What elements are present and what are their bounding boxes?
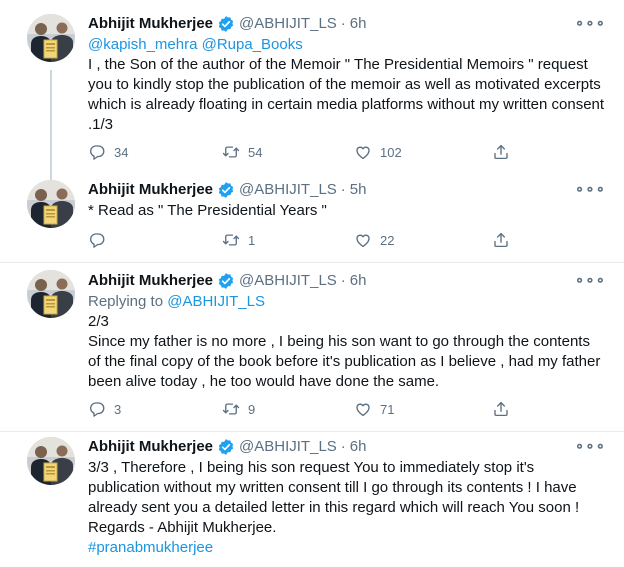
more-icon[interactable]: ∘∘∘ (575, 437, 606, 457)
tweet-body: * Read as " The Presidential Years " (88, 202, 327, 219)
author-name[interactable]: Abhijit Mukherjee (88, 271, 213, 291)
reply-icon (88, 400, 106, 418)
like-button[interactable]: 102 (354, 143, 402, 161)
retweet-button[interactable]: 9 (222, 400, 255, 418)
share-button[interactable] (492, 400, 510, 418)
retweet-count: 1 (248, 232, 256, 248)
tweet-body: Since my father is no more , I being his… (88, 333, 601, 390)
share-icon (492, 143, 510, 161)
separator-dot: · (340, 272, 346, 289)
author-handle[interactable]: @ABHIJIT_LS (239, 437, 337, 457)
reply-icon (88, 143, 106, 161)
tweet-text: 3/3 , Therefore , I being his son reques… (88, 458, 606, 558)
tweet-timestamp[interactable]: 6h (350, 271, 367, 291)
author-handle[interactable]: @ABHIJIT_LS (239, 14, 337, 34)
author-name[interactable]: Abhijit Mukherjee (88, 437, 213, 457)
retweet-button[interactable]: 1 (222, 231, 255, 249)
share-icon (492, 231, 510, 249)
retweet-button[interactable]: 54 (222, 143, 262, 161)
share-button[interactable] (492, 143, 510, 161)
tweet-body: I , the Son of the author of the Memoir … (88, 56, 605, 133)
verified-icon (217, 438, 235, 456)
like-icon (354, 143, 372, 161)
tweet-timestamp[interactable]: 6h (350, 437, 367, 457)
tweet-header: Abhijit Mukherjee @ABHIJIT_LS · 6h ∘∘∘ (88, 437, 606, 457)
reply-icon (88, 231, 106, 249)
tweet-timestamp[interactable]: 5h (350, 180, 367, 200)
retweet-icon (222, 143, 240, 161)
separator-dot: · (340, 181, 346, 198)
tweet-header: Abhijit Mukherjee @ABHIJIT_LS · 5h ∘∘∘ (88, 180, 606, 200)
verified-icon (217, 272, 235, 290)
replying-label: Replying to (88, 293, 164, 310)
reply-button[interactable]: 34 (88, 143, 128, 161)
thread-counter: 2/3 (88, 313, 109, 330)
tweet-text: Replying to @ABHIJIT_LS 2/3 Since my fat… (88, 292, 606, 392)
tweet-body: 3/3 , Therefore , I being his son reques… (88, 459, 580, 536)
tweet[interactable]: Abhijit Mukherjee @ABHIJIT_LS · 6h ∘∘∘ 3… (0, 432, 624, 567)
tweet-header: Abhijit Mukherjee @ABHIJIT_LS · 6h ∘∘∘ (88, 14, 606, 34)
replying-to: Replying to @ABHIJIT_LS (88, 292, 606, 312)
author-name[interactable]: Abhijit Mukherjee (88, 14, 213, 34)
tweet-actions: 34 54 102 (88, 143, 512, 163)
tweet[interactable]: Abhijit Mukherjee @ABHIJIT_LS · 6h ∘∘∘ R… (0, 263, 624, 431)
share-icon (492, 400, 510, 418)
author-name[interactable]: Abhijit Mukherjee (88, 180, 213, 200)
reply-button[interactable] (88, 231, 114, 249)
reply-count: 3 (114, 401, 122, 417)
like-button[interactable]: 71 (354, 400, 394, 418)
author-handle[interactable]: @ABHIJIT_LS (239, 271, 337, 291)
verified-icon (217, 181, 235, 199)
author-handle[interactable]: @ABHIJIT_LS (239, 180, 337, 200)
more-icon[interactable]: ∘∘∘ (575, 14, 606, 34)
like-icon (354, 400, 372, 418)
retweet-count: 54 (248, 144, 263, 160)
avatar[interactable] (27, 437, 75, 485)
like-count: 71 (380, 401, 395, 417)
hashtag[interactable]: #pranabmukherjee (88, 538, 606, 558)
tweet-header: Abhijit Mukherjee @ABHIJIT_LS · 6h ∘∘∘ (88, 271, 606, 291)
reply-button[interactable]: 3 (88, 400, 121, 418)
like-count: 102 (380, 144, 402, 160)
retweet-icon (222, 231, 240, 249)
retweet-icon (222, 400, 240, 418)
retweet-count: 9 (248, 401, 256, 417)
separator-dot: · (340, 438, 346, 455)
tweet-timestamp[interactable]: 6h (350, 14, 367, 34)
separator-dot: · (340, 15, 346, 32)
like-button[interactable]: 22 (354, 231, 394, 249)
tweet-text: @kapish_mehra @Rupa_Books I , the Son of… (88, 35, 606, 135)
verified-icon (217, 15, 235, 33)
replying-handle[interactable]: @ABHIJIT_LS (167, 293, 265, 310)
like-icon (354, 231, 372, 249)
avatar[interactable] (27, 270, 75, 318)
more-icon[interactable]: ∘∘∘ (575, 180, 606, 200)
tweet-actions: 1 22 (88, 231, 512, 251)
reply-count: 34 (114, 144, 129, 160)
timeline: Abhijit Mukherjee @ABHIJIT_LS · 6h ∘∘∘ @… (0, 0, 624, 567)
tweet[interactable]: Abhijit Mukherjee @ABHIJIT_LS · 6h ∘∘∘ @… (0, 0, 624, 174)
mentions[interactable]: @kapish_mehra @Rupa_Books (88, 35, 606, 55)
share-button[interactable] (492, 231, 510, 249)
avatar[interactable] (27, 14, 75, 62)
tweet-actions: 3 9 71 (88, 400, 512, 420)
more-icon[interactable]: ∘∘∘ (575, 271, 606, 291)
like-count: 22 (380, 232, 395, 248)
avatar[interactable] (27, 180, 75, 228)
tweet[interactable]: Abhijit Mukherjee @ABHIJIT_LS · 5h ∘∘∘ *… (0, 174, 624, 262)
